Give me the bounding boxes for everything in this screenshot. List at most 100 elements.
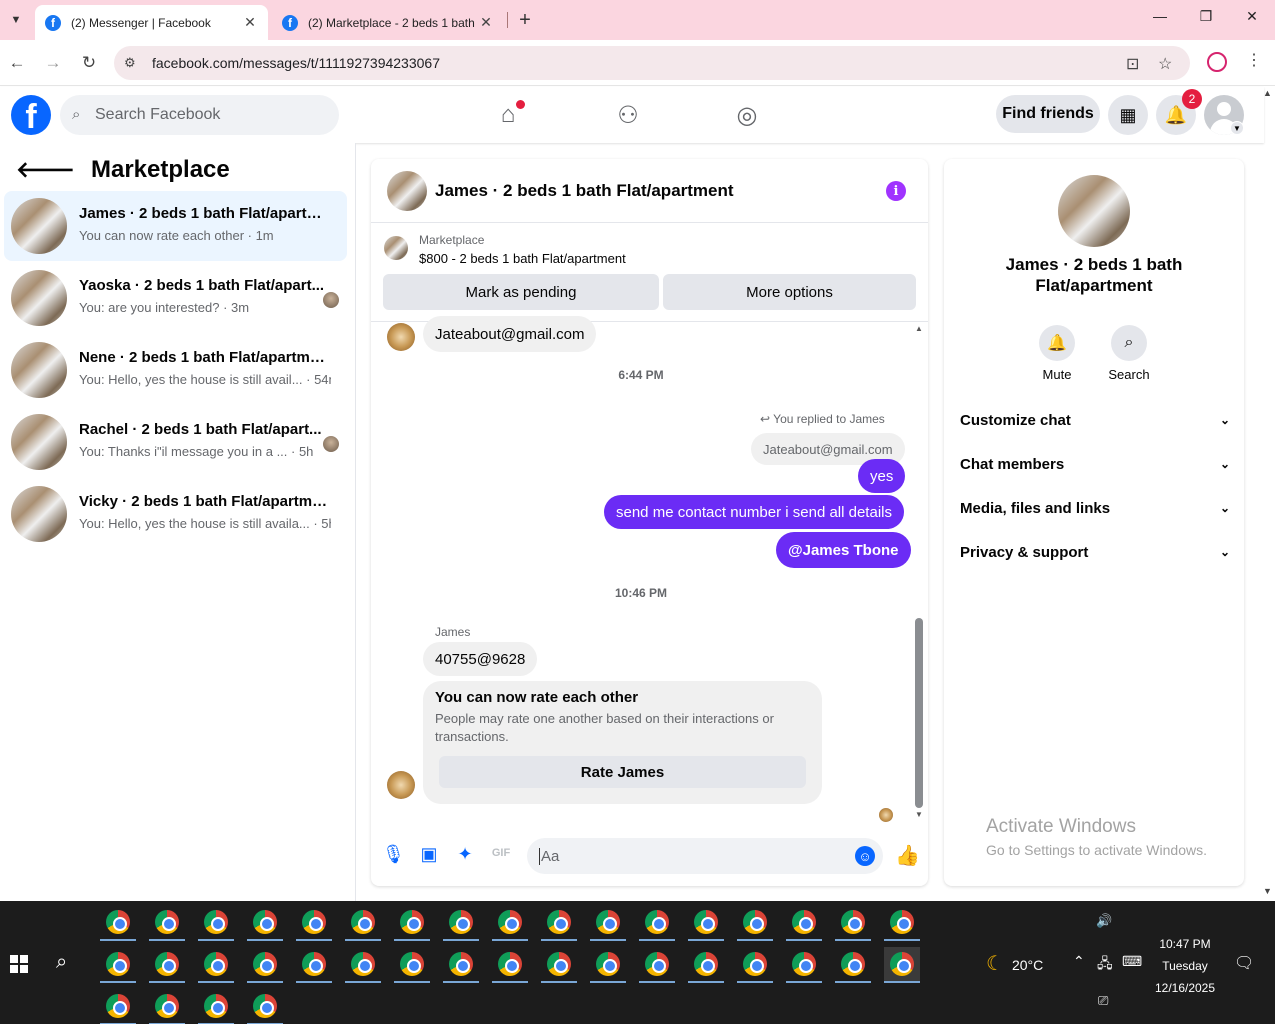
taskbar-browser-window[interactable] xyxy=(541,905,577,941)
browser-menu-icon[interactable]: ⋮ xyxy=(1246,50,1262,70)
address-bar[interactable]: ⚙ facebook.com/messages/t/11119273942330… xyxy=(114,46,1190,80)
privacy-support-section[interactable]: Privacy & support ⌄ xyxy=(960,534,1230,570)
listing-avatar[interactable] xyxy=(1058,175,1130,247)
taskbar-browser-window[interactable] xyxy=(590,905,626,941)
page-scroll-down-icon[interactable]: ▼ xyxy=(1263,886,1272,896)
meet-now-icon[interactable]: ⎚ xyxy=(1098,993,1108,1009)
conversation-nene[interactable]: Nene · 2 beds 1 bath Flat/apartment You:… xyxy=(4,335,347,405)
forward-arrow-icon[interactable]: → xyxy=(42,53,64,73)
conversation-yaoska[interactable]: Yaoska · 2 beds 1 bath Flat/apart... You… xyxy=(4,263,347,333)
taskbar-browser-window[interactable] xyxy=(100,947,136,983)
taskbar-browser-window[interactable] xyxy=(149,989,185,1024)
minimize-icon[interactable]: — xyxy=(1145,8,1175,24)
listing-thumbnail[interactable] xyxy=(384,236,408,260)
chat-members-section[interactable]: Chat members ⌄ xyxy=(960,446,1230,482)
new-tab-plus-icon[interactable]: + xyxy=(515,9,535,31)
taskbar-browser-window[interactable] xyxy=(345,905,381,941)
customize-chat-section[interactable]: Customize chat ⌄ xyxy=(960,402,1230,438)
taskbar-browser-window[interactable] xyxy=(394,905,430,941)
browser-profile-icon[interactable] xyxy=(1207,52,1227,72)
tab-messenger[interactable]: f (2) Messenger | Facebook ✕ xyxy=(35,5,268,40)
mark-as-pending-button[interactable]: Mark as pending xyxy=(383,274,659,310)
menu-grid-icon[interactable]: ▦ xyxy=(1108,95,1148,135)
taskbar-browser-window[interactable] xyxy=(443,905,479,941)
window-close-icon[interactable]: ✕ xyxy=(1237,8,1267,25)
install-app-icon[interactable]: ⊡ xyxy=(1126,54,1139,74)
taskbar-browser-window[interactable] xyxy=(394,947,430,983)
media-files-links-section[interactable]: Media, files and links ⌄ xyxy=(960,490,1230,526)
back-arrow-icon[interactable]: 🡐 xyxy=(16,157,75,183)
scrollbar-thumb[interactable] xyxy=(915,618,923,808)
maximize-icon[interactable]: ❐ xyxy=(1191,8,1221,25)
scroll-down-arrow-icon[interactable]: ▼ xyxy=(915,810,923,819)
taskbar-browser-window[interactable] xyxy=(541,947,577,983)
message-scrollbar[interactable]: ▲ ▼ xyxy=(914,324,924,819)
thumbs-up-icon[interactable]: 👍 xyxy=(895,843,920,868)
network-icon[interactable]: 🖧 xyxy=(1097,953,1113,977)
keyboard-icon[interactable]: ⌨ xyxy=(1122,953,1142,970)
emoji-icon[interactable]: ☺ xyxy=(855,846,875,866)
taskbar-browser-window[interactable] xyxy=(492,947,528,983)
taskbar-browser-window[interactable] xyxy=(345,947,381,983)
taskbar-browser-window[interactable] xyxy=(737,905,773,941)
show-hidden-icons-chevron-icon[interactable]: ⌃ xyxy=(1073,953,1085,970)
photo-icon[interactable]: ▣ xyxy=(418,844,440,865)
taskbar-browser-window[interactable] xyxy=(100,905,136,941)
notification-center-icon[interactable]: 🗨 xyxy=(1234,953,1254,973)
close-icon[interactable]: ✕ xyxy=(242,14,258,31)
find-friends-button[interactable]: Find friends xyxy=(996,95,1100,133)
taskbar-browser-window[interactable] xyxy=(835,947,871,983)
taskbar-browser-window[interactable] xyxy=(884,947,920,983)
taskbar-browser-window[interactable] xyxy=(639,947,675,983)
mute-button[interactable]: 🔔 Mute xyxy=(1027,325,1087,382)
more-options-button[interactable]: More options xyxy=(663,274,916,310)
info-icon[interactable]: i xyxy=(886,181,906,201)
back-arrow-icon[interactable]: ← xyxy=(6,53,28,73)
conversation-james[interactable]: James · 2 beds 1 bath Flat/apartme... Yo… xyxy=(4,191,347,261)
taskbar-browser-window[interactable] xyxy=(198,989,234,1024)
site-settings-icon[interactable]: ⚙ xyxy=(124,55,136,71)
conversation-rachel[interactable]: Rachel · 2 beds 1 bath Flat/apart... You… xyxy=(4,407,347,477)
taskbar-browser-window[interactable] xyxy=(296,947,332,983)
tab-search-chevron-icon[interactable]: ▼ xyxy=(5,9,27,31)
taskbar-browser-window[interactable] xyxy=(247,947,283,983)
taskbar-browser-window[interactable] xyxy=(296,905,332,941)
taskbar-browser-window[interactable] xyxy=(100,989,136,1024)
taskbar-browser-window[interactable] xyxy=(786,947,822,983)
scroll-up-arrow-icon[interactable]: ▲ xyxy=(915,324,923,333)
taskbar-browser-window[interactable] xyxy=(443,947,479,983)
taskbar-browser-window[interactable] xyxy=(688,905,724,941)
facebook-logo-icon[interactable]: f xyxy=(11,95,51,135)
microphone-icon[interactable]: 🎙 xyxy=(382,844,405,865)
rate-james-button[interactable]: Rate James xyxy=(439,756,806,788)
taskbar-browser-window[interactable] xyxy=(786,905,822,941)
search-conversation-button[interactable]: ⌕ Search xyxy=(1099,325,1159,382)
taskbar-browser-window[interactable] xyxy=(639,905,675,941)
taskbar-browser-window[interactable] xyxy=(198,947,234,983)
weather-widget[interactable]: ☾ 20°C xyxy=(986,951,1043,976)
listing-price-title[interactable]: $800 - 2 beds 1 bath Flat/apartment xyxy=(419,251,626,266)
sticker-icon[interactable]: ✦ xyxy=(454,844,476,865)
bookmark-star-icon[interactable]: ☆ xyxy=(1158,54,1172,74)
volume-icon[interactable]: 🔊 xyxy=(1096,913,1112,929)
chat-title[interactable]: James · 2 beds 1 bath Flat/apartment xyxy=(435,181,734,201)
taskbar-browser-window[interactable] xyxy=(688,947,724,983)
groups-icon[interactable]: ◎ xyxy=(732,101,762,130)
taskbar-browser-window[interactable] xyxy=(198,905,234,941)
taskbar-browser-window[interactable] xyxy=(884,905,920,941)
taskbar-browser-window[interactable] xyxy=(149,905,185,941)
windows-start-icon[interactable] xyxy=(10,955,28,973)
gif-icon[interactable]: GIF xyxy=(490,847,512,859)
taskbar-clock[interactable]: 10:47 PM Tuesday 12/16/2025 xyxy=(1150,933,1220,999)
chat-thumbnail[interactable] xyxy=(387,171,427,211)
friends-icon[interactable]: ⚇ xyxy=(613,101,643,130)
reload-icon[interactable]: ↻ xyxy=(78,53,100,73)
conversation-vicky[interactable]: Vicky · 2 beds 1 bath Flat/apartment You… xyxy=(4,479,347,549)
tab-marketplace[interactable]: f (2) Marketplace - 2 beds 1 bath ✕ xyxy=(272,5,504,40)
taskbar-browser-window[interactable] xyxy=(835,905,871,941)
taskbar-browser-window[interactable] xyxy=(247,905,283,941)
message-input[interactable]: Aa ☺ xyxy=(527,838,883,874)
taskbar-search-icon[interactable]: ⌕ xyxy=(56,951,67,974)
taskbar-browser-window[interactable] xyxy=(590,947,626,983)
taskbar-browser-window[interactable] xyxy=(149,947,185,983)
